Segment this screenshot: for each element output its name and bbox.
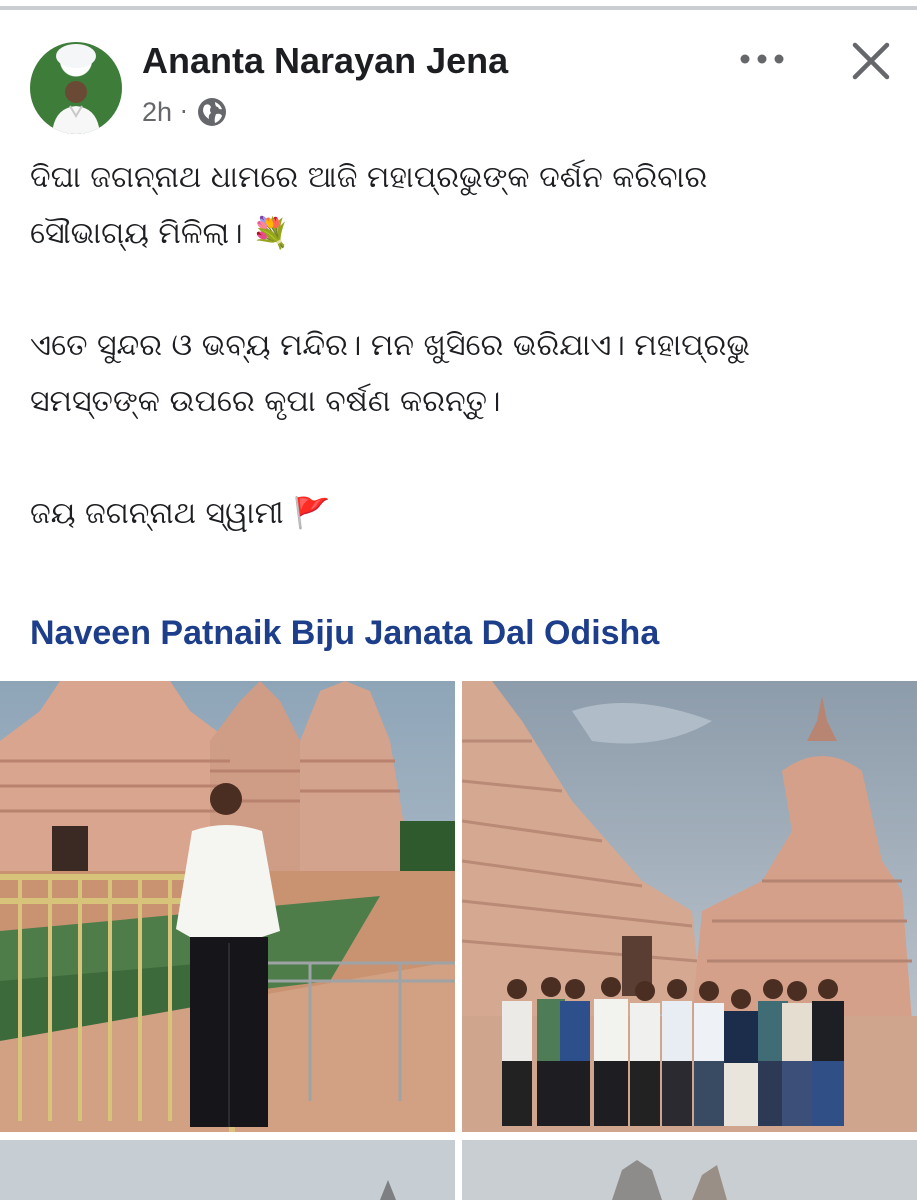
post-photo[interactable] [462, 681, 917, 1132]
more-horizontal-icon [740, 54, 784, 64]
post-text-line: ଏତେ ସୁନ୍ଦର ଓ ଭବ୍ୟ ମନ୍ଦିର। ମନ ଖୁସିରେ ଭରିଯ… [30, 328, 750, 363]
post-text-line: ସମସ୍ତଙ୍କ ଉପରେ କୃପା ବର୍ଷଣ କରନ୍ତୁ। [30, 384, 501, 419]
post-text-line: ଦିଘା ଜଗନ୍ନାଥ ଧାମରେ ଆଜି ମହାପ୍ରଭୁଙ୍କ ଦର୍ଶନ… [30, 160, 708, 195]
top-divider [0, 6, 917, 10]
tagged-pages-link[interactable]: Naveen Patnaik Biju Janata Dal Odisha [30, 614, 659, 653]
globe-icon[interactable] [196, 96, 228, 128]
post-text-line: ସୌଭାଗ୍ୟ ମିଳିଲା। 💐 [30, 216, 290, 251]
post-photo[interactable] [462, 1140, 917, 1200]
avatar[interactable] [30, 42, 122, 134]
post-text-line: ଜୟ ଜଗନ୍ନାଥ ସ୍ୱାମୀ 🚩 [30, 496, 331, 531]
post-photo[interactable] [0, 1140, 455, 1200]
post-meta: 2h · [142, 94, 228, 130]
post-body: ଦିଘା ଜଗନ୍ନାଥ ଧାମରେ ଆଜି ମହାପ୍ରଭୁଙ୍କ ଦର୍ଶନ… [30, 150, 890, 542]
post-photo[interactable] [0, 681, 455, 1132]
close-icon [852, 42, 890, 80]
author-name[interactable]: Ananta Narayan Jena [142, 40, 508, 82]
close-button[interactable] [848, 38, 894, 84]
more-options-button[interactable] [736, 44, 788, 74]
meta-separator: · [180, 98, 188, 126]
post-time[interactable]: 2h [142, 97, 172, 128]
